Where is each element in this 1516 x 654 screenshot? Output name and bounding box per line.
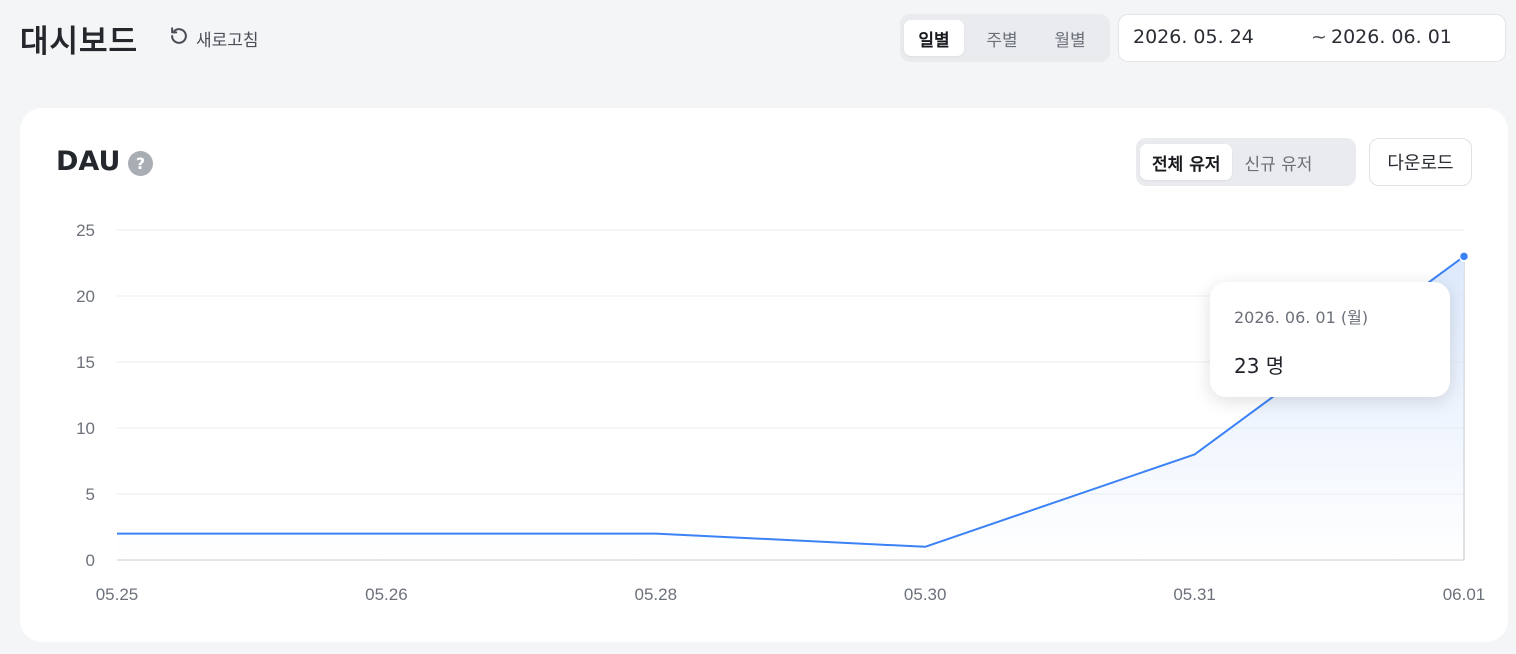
period-monthly-tab[interactable]: 월별	[1040, 20, 1100, 56]
dau-card: DAU ? 전체 유저 신규 유저 다운로드 0 5 10 15 20 25 05.25 05…	[20, 108, 1508, 642]
start-date[interactable]: 2026. 05. 24	[1133, 26, 1254, 48]
x-tick-label: 06.01	[1443, 585, 1486, 604]
x-tick-label: 05.28	[635, 585, 678, 604]
refresh-icon	[168, 25, 190, 52]
y-tick-label: 25	[76, 221, 95, 240]
y-tick-label: 20	[76, 287, 95, 306]
y-tick-label: 0	[86, 551, 95, 570]
refresh-button[interactable]: 새로고침	[168, 25, 259, 52]
chart-tooltip: 2026. 06. 01 (월) 23 명	[1210, 282, 1450, 397]
tooltip-date: 2026. 06. 01 (월)	[1234, 308, 1369, 327]
x-tick-label: 05.25	[96, 585, 139, 604]
header: 대시보드 새로고침 일별 주별 월별 2026. 05. 24 ~ 2026. …	[0, 0, 1516, 80]
x-tick-label: 05.26	[365, 585, 408, 604]
highlighted-data-point	[1458, 251, 1470, 262]
x-tick-label: 05.30	[904, 585, 947, 604]
page-title: 대시보드	[20, 24, 139, 60]
y-tick-label: 10	[76, 419, 95, 438]
refresh-label: 새로고침	[196, 30, 259, 51]
tooltip-value: 23 명	[1234, 354, 1285, 378]
date-separator: ~	[1311, 26, 1327, 48]
date-range-picker[interactable]: 2026. 05. 24 ~ 2026. 06. 01	[1118, 14, 1506, 62]
x-tick-label: 05.31	[1173, 585, 1216, 604]
y-tick-label: 5	[86, 485, 95, 504]
period-daily-tab[interactable]: 일별	[904, 20, 964, 56]
period-toggle: 일별 주별 월별	[900, 14, 1110, 62]
end-date[interactable]: 2026. 06. 01	[1331, 26, 1452, 48]
period-weekly-tab[interactable]: 주별	[972, 20, 1032, 56]
y-tick-label: 15	[76, 353, 95, 372]
